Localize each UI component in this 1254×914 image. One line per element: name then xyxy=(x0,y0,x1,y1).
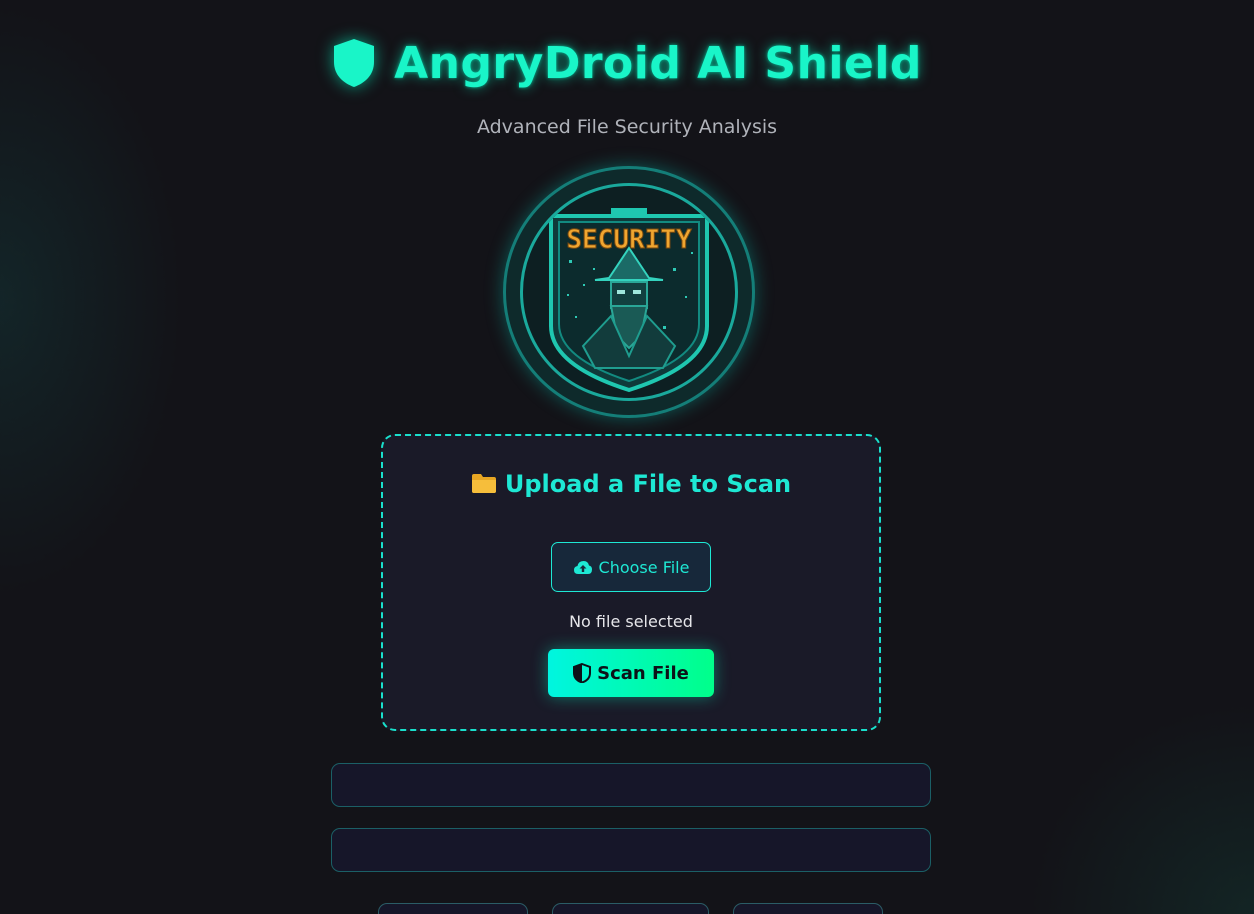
upload-panel[interactable]: Upload a File to Scan Choose File No fil… xyxy=(381,434,881,731)
choose-file-label: Choose File xyxy=(598,557,690,577)
folder-icon xyxy=(471,472,497,500)
page-title: AngryDroid AI Shield xyxy=(394,37,922,89)
wizard-shield-image: SECURITY xyxy=(549,208,709,393)
file-status: No file selected xyxy=(569,612,693,631)
shield-icon xyxy=(334,39,375,87)
page-subtitle: Advanced File Security Analysis xyxy=(476,116,778,138)
scan-file-label: Scan File xyxy=(597,662,689,684)
page-header: AngryDroid AI Shield Advanced File Secur… xyxy=(0,30,1254,138)
upload-title-row: Upload a File to Scan xyxy=(383,470,879,500)
action-button-2[interactable] xyxy=(552,903,709,914)
result-field-2 xyxy=(331,828,931,872)
logo-text: SECURITY xyxy=(566,225,692,255)
security-logo: SECURITY xyxy=(503,166,755,418)
scan-file-button[interactable]: Scan File xyxy=(548,649,714,697)
result-field-1 xyxy=(331,763,931,807)
action-button-1[interactable] xyxy=(378,903,528,914)
action-button-3[interactable] xyxy=(733,903,883,914)
shield-half-icon xyxy=(573,663,592,683)
choose-file-button[interactable]: Choose File xyxy=(551,542,711,592)
title-row: AngryDroid AI Shield xyxy=(0,30,1254,96)
cloud-upload-icon xyxy=(573,561,592,574)
upload-title: Upload a File to Scan xyxy=(504,470,792,498)
logo-badge: SECURITY xyxy=(520,183,738,401)
